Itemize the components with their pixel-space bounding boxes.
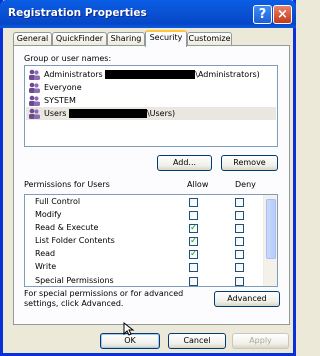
permission-name: Full Control — [35, 197, 81, 206]
user-name: Users — [44, 109, 67, 118]
scrollbar-thumb[interactable] — [266, 199, 276, 259]
allow-checkbox[interactable]: ✓ — [189, 250, 198, 259]
group-user-label: Group or user names: — [24, 54, 112, 63]
permission-row: List Folder Contents ✓ — [25, 235, 263, 248]
deny-checkbox[interactable] — [235, 198, 244, 207]
permission-row: Write — [25, 261, 263, 274]
remove-button[interactable]: Remove — [221, 155, 278, 171]
users-group-icon — [29, 95, 40, 106]
list-item-administrators[interactable]: Administrators \Administrators) — [26, 68, 276, 81]
users-group-icon — [29, 82, 40, 93]
permission-name: Write — [35, 262, 57, 271]
apply-button[interactable]: Apply — [232, 333, 289, 349]
allow-checkbox[interactable] — [189, 198, 198, 207]
deny-checkbox[interactable] — [235, 263, 244, 272]
user-name: Everyone — [44, 83, 82, 92]
user-domain: \Administrators) — [195, 70, 260, 79]
allow-checkbox[interactable] — [189, 277, 198, 286]
permission-name: Modify — [35, 210, 62, 219]
user-name: SYSTEM — [44, 96, 76, 105]
permissions-label: Permissions for Users — [24, 180, 110, 189]
list-item-users[interactable]: Users \Users) — [26, 107, 276, 120]
permission-row: Full Control — [25, 196, 263, 209]
close-button[interactable]: × — [273, 5, 292, 24]
deny-checkbox[interactable] — [235, 277, 244, 286]
title-bar[interactable]: Registration Properties ? × — [0, 0, 296, 28]
security-panel: Group or user names: Administrators \Adm… — [13, 45, 290, 325]
permission-row: Read ✓ — [25, 248, 263, 261]
deny-checkbox[interactable] — [235, 237, 244, 246]
add-button[interactable]: Add... — [157, 155, 212, 171]
allow-checkbox[interactable] — [189, 263, 198, 272]
allow-checkbox[interactable]: ✓ — [189, 237, 198, 246]
mouse-cursor-icon — [123, 322, 135, 336]
special-permissions-note: For special permissions or for advanced … — [24, 289, 184, 308]
permission-row: Modify — [25, 209, 263, 222]
tab-security[interactable]: Security — [145, 30, 187, 47]
allow-checkbox[interactable] — [189, 211, 198, 220]
advanced-button[interactable]: Advanced — [214, 291, 280, 307]
list-item-system[interactable]: SYSTEM — [26, 94, 276, 107]
tab-sharing[interactable]: Sharing — [107, 32, 145, 46]
allow-checkbox[interactable]: ✓ — [189, 224, 198, 233]
deny-checkbox[interactable] — [235, 250, 244, 259]
permission-name: Read — [35, 249, 56, 258]
users-group-icon — [29, 108, 40, 119]
allow-header: Allow — [187, 180, 209, 189]
redaction-bar — [105, 70, 196, 79]
permission-row: Read & Execute ✓ — [25, 222, 263, 235]
redaction-bar — [68, 109, 147, 118]
user-domain: \Users) — [146, 109, 176, 118]
window-title: Registration Properties — [8, 7, 147, 19]
user-list[interactable]: Administrators \Administrators) Everyone… — [24, 65, 278, 147]
cancel-button[interactable]: Cancel — [168, 333, 226, 349]
permission-name: Read & Execute — [35, 223, 99, 232]
list-item-everyone[interactable]: Everyone — [26, 81, 276, 94]
deny-header: Deny — [235, 180, 256, 189]
deny-checkbox[interactable] — [235, 211, 244, 220]
tab-general[interactable]: General — [13, 32, 52, 46]
properties-dialog: Registration Properties ? × General Quic… — [0, 0, 296, 356]
users-group-icon — [29, 69, 40, 80]
deny-checkbox[interactable] — [235, 224, 244, 233]
tab-customize[interactable]: Customize — [187, 32, 232, 46]
permission-name: List Folder Contents — [35, 236, 115, 245]
permissions-list: Full Control Modify Read & Execute ✓ Lis… — [24, 194, 278, 287]
permission-row: Special Permissions — [25, 275, 263, 286]
user-name: Administrators — [44, 70, 103, 79]
permission-name: Special Permissions — [35, 276, 114, 285]
tab-quickfinder[interactable]: QuickFinder — [52, 32, 107, 46]
help-button[interactable]: ? — [253, 5, 272, 24]
permissions-scrollbar[interactable] — [263, 195, 277, 286]
